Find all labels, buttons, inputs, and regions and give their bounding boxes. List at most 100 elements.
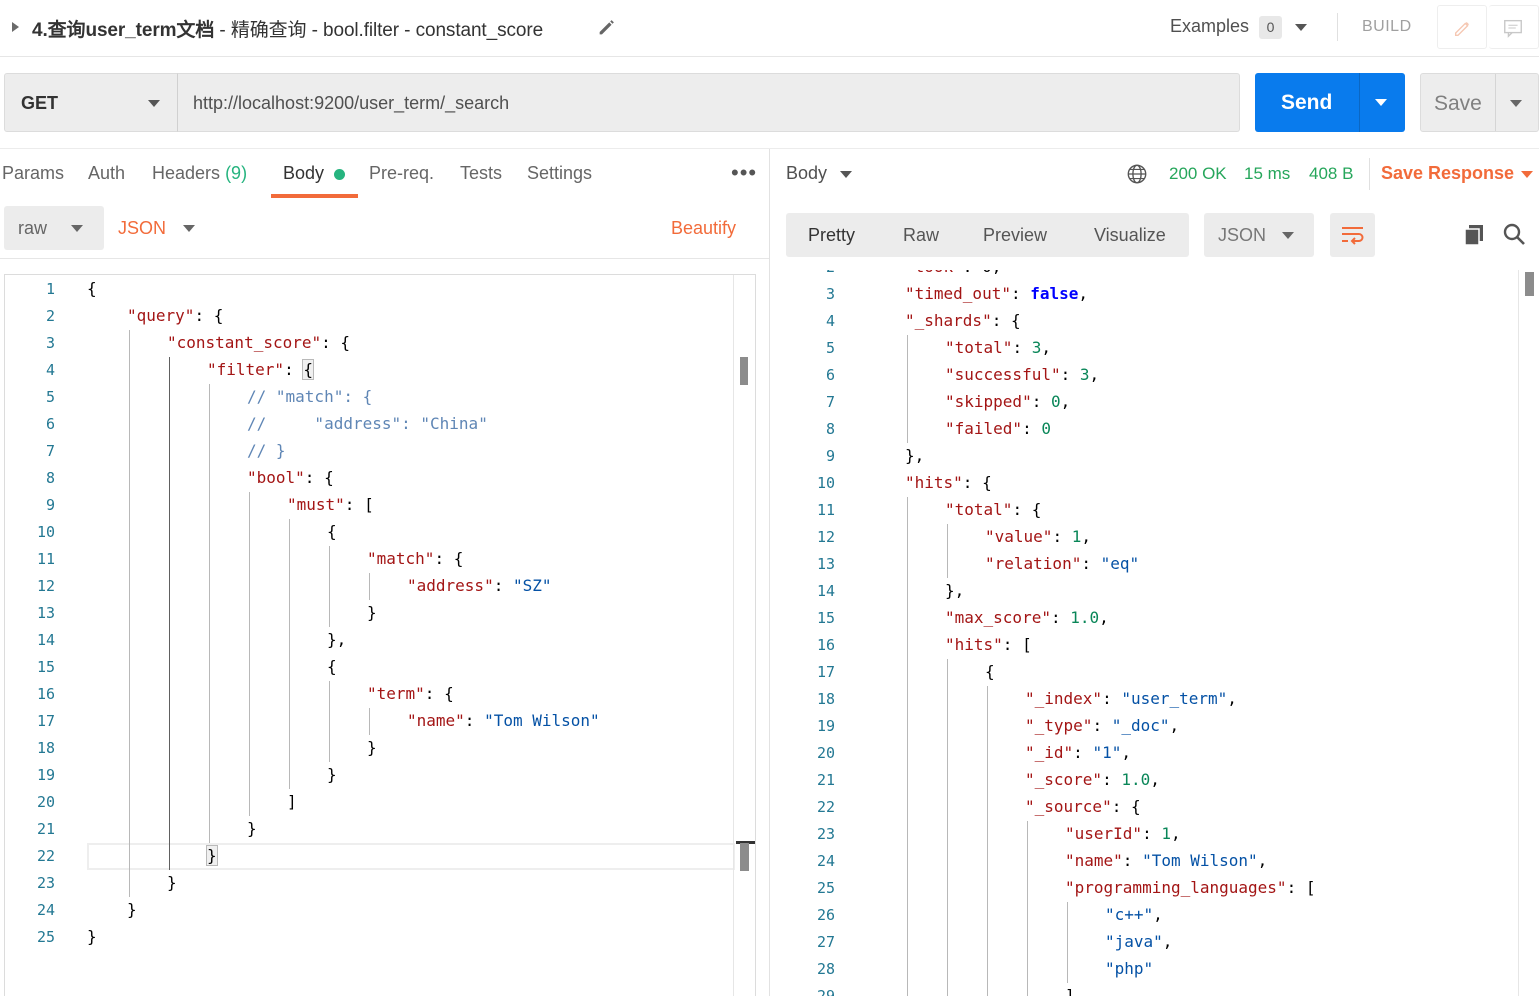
response-time[interactable]: 15 ms — [1244, 164, 1290, 184]
response-format-select[interactable]: JSON — [1204, 213, 1314, 257]
chevron-down-icon[interactable] — [840, 171, 852, 178]
indent-guide — [249, 546, 250, 573]
line-number: 14 — [36, 631, 55, 649]
indent-guide — [907, 632, 908, 659]
indent-guide — [329, 735, 330, 762]
tab-tests[interactable]: Tests — [460, 163, 502, 184]
globe-icon[interactable] — [1126, 163, 1148, 185]
indent-guide — [249, 627, 250, 654]
tab-headers[interactable]: Headers (9) — [152, 163, 247, 184]
line-number: 22 — [816, 798, 835, 816]
indent-guide — [947, 956, 948, 983]
request-title-bar: 4.查询user_term文档 - 精确查询 - bool.filter - c… — [0, 0, 1539, 57]
scrollbar-thumb[interactable] — [740, 357, 748, 385]
indent-guide — [169, 708, 170, 735]
line-number: 2 — [785, 270, 835, 276]
save-button[interactable]: Save — [1420, 73, 1539, 132]
tab-prereq[interactable]: Pre-req. — [369, 163, 434, 184]
indent-guide — [289, 627, 290, 654]
pane-divider[interactable] — [769, 149, 770, 996]
wrap-lines-button[interactable] — [1330, 213, 1375, 257]
chevron-down-icon[interactable] — [1295, 24, 1307, 31]
chevron-down-icon[interactable] — [1375, 99, 1387, 106]
send-button[interactable]: Send — [1255, 73, 1405, 132]
line-number: 3 — [45, 334, 55, 352]
indent-guide — [947, 848, 948, 875]
line-number: 10 — [36, 523, 55, 541]
line-number: 20 — [36, 793, 55, 811]
indent-guide — [369, 708, 370, 735]
tab-auth[interactable]: Auth — [88, 163, 125, 184]
pencil-icon[interactable] — [596, 16, 618, 38]
line-number: 4 — [45, 361, 55, 379]
code-line: "relation": "eq" — [985, 554, 1140, 573]
indent-guide — [129, 492, 130, 519]
indent-guide — [1067, 929, 1068, 956]
tab-visualize[interactable]: Visualize — [1094, 225, 1166, 246]
save-response-button[interactable]: Save Response — [1381, 163, 1514, 184]
indent-guide — [209, 627, 210, 654]
indent-guide — [907, 875, 908, 902]
edit-doc-button[interactable] — [1437, 5, 1487, 49]
indent-guide — [209, 519, 210, 546]
indent-guide — [907, 767, 908, 794]
chevron-down-icon[interactable] — [1521, 171, 1533, 178]
code-line: { — [985, 662, 995, 681]
code-line: "took": 0, — [905, 270, 1001, 276]
collapse-caret-icon[interactable] — [12, 22, 19, 32]
indent-guide — [907, 848, 908, 875]
build-button[interactable]: BUILD — [1362, 18, 1412, 36]
tab-raw[interactable]: Raw — [903, 225, 939, 246]
code-line: "timed_out": false, — [905, 284, 1089, 303]
tab-body[interactable]: Body — [283, 163, 324, 184]
comments-button[interactable] — [1489, 5, 1539, 49]
code-line: } — [327, 765, 337, 784]
line-number: 1 — [45, 280, 55, 298]
body-mode-select[interactable]: raw — [4, 206, 104, 250]
beautify-button[interactable]: Beautify — [671, 218, 736, 239]
indent-guide — [907, 416, 908, 443]
scroll-marker — [740, 843, 749, 871]
body-language-select[interactable]: JSON — [118, 218, 166, 239]
tab-pretty[interactable]: Pretty — [808, 225, 855, 246]
active-tab-indicator — [271, 194, 358, 198]
request-title[interactable]: 4.查询user_term文档 - 精确查询 - bool.filter - c… — [32, 15, 543, 42]
indent-guide — [947, 551, 948, 578]
method-select[interactable]: GET — [4, 73, 178, 132]
chevron-down-icon — [1282, 232, 1294, 239]
code-line: } — [87, 927, 97, 946]
response-size[interactable]: 408 B — [1309, 164, 1353, 184]
code-line: // "match": { — [247, 387, 373, 406]
indent-guide — [987, 929, 988, 956]
examples-dropdown[interactable]: Examples — [1170, 16, 1249, 37]
chevron-down-icon[interactable] — [183, 225, 195, 232]
line-number: 29 — [816, 987, 835, 996]
current-line-highlight — [87, 843, 735, 870]
line-number: 13 — [816, 555, 835, 573]
url-input[interactable]: http://localhost:9200/user_term/_search — [177, 73, 1240, 132]
more-options-icon[interactable]: ••• — [731, 160, 757, 186]
indent-guide — [169, 600, 170, 627]
line-number: 7 — [825, 393, 835, 411]
indent-guide — [249, 681, 250, 708]
indent-guide — [947, 794, 948, 821]
indent-guide — [1027, 956, 1028, 983]
search-icon[interactable] — [1501, 221, 1527, 247]
tab-preview[interactable]: Preview — [983, 225, 1047, 246]
indent-guide — [169, 438, 170, 465]
indent-guide — [947, 524, 948, 551]
indent-guide — [169, 384, 170, 411]
tab-params[interactable]: Params — [2, 163, 64, 184]
indent-guide — [129, 573, 130, 600]
code-line: "_score": 1.0, — [1025, 770, 1160, 789]
indent-guide — [129, 519, 130, 546]
response-body-viewer[interactable]: 2 "took": 0, 3 "timed_out": false, 4 "_shards… — [785, 270, 1539, 996]
chevron-down-icon[interactable] — [1510, 100, 1522, 107]
line-number: 23 — [36, 874, 55, 892]
request-body-editor[interactable]: 1 {2 "query": {3 "constant_score": {4 "filte… — [4, 274, 756, 996]
tab-settings[interactable]: Settings — [527, 163, 592, 184]
status-code[interactable]: 200 OK — [1169, 164, 1227, 184]
copy-icon[interactable] — [1461, 221, 1487, 247]
response-body-dropdown[interactable]: Body — [786, 163, 827, 184]
scrollbar-thumb[interactable] — [1525, 272, 1534, 296]
